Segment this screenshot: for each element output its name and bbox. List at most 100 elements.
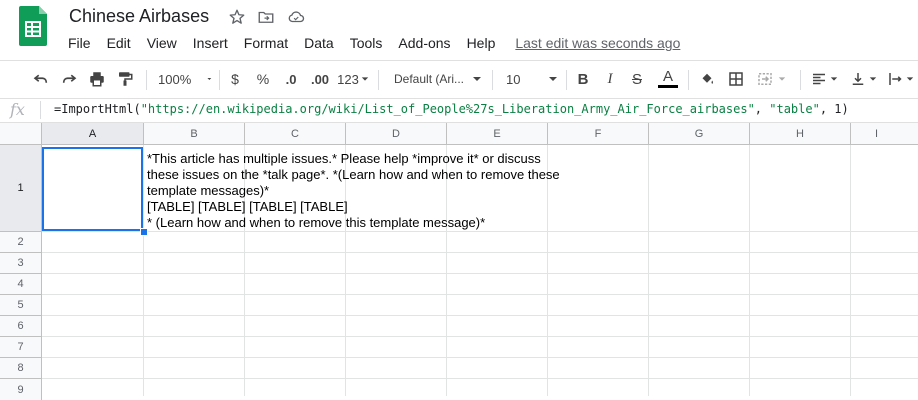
fill-color-button[interactable] xyxy=(696,68,718,90)
increase-decimal-label: .00 xyxy=(310,71,330,87)
formula-url-string: "https://en.wikipedia.org/wiki/List_of_P… xyxy=(140,102,755,116)
column-header-h[interactable]: H xyxy=(750,123,851,145)
zoom-select[interactable]: 100% xyxy=(154,68,212,90)
bold-button[interactable]: B xyxy=(574,68,592,90)
menu-insert[interactable]: Insert xyxy=(185,34,236,54)
more-formats-button[interactable]: 123 xyxy=(336,68,370,90)
vertical-align-button[interactable] xyxy=(848,68,878,90)
column-header-c[interactable]: C xyxy=(245,123,346,145)
redo-button[interactable] xyxy=(58,68,80,90)
star-icon[interactable] xyxy=(228,8,246,26)
font-size-value: 10 xyxy=(506,71,521,87)
menu-help[interactable]: Help xyxy=(459,34,504,54)
cell-b1-line: template messages)* xyxy=(147,183,270,198)
fx-icon: fx xyxy=(10,100,25,119)
gridline xyxy=(42,231,918,232)
menu-view[interactable]: View xyxy=(139,34,185,54)
column-header-i[interactable]: I xyxy=(851,123,918,145)
row-header-4[interactable]: 4 xyxy=(0,274,42,295)
formula-separator: , xyxy=(754,102,770,116)
chevron-down-icon xyxy=(778,77,786,81)
horizontal-align-button[interactable] xyxy=(808,68,840,90)
toolbar-divider xyxy=(219,70,220,90)
formula-input[interactable]: =ImportHtml("https://en.wikipedia.org/wi… xyxy=(54,102,849,116)
cell-b1-line: these issues on the *talk page*. *(Learn… xyxy=(147,167,560,182)
undo-button[interactable] xyxy=(30,68,52,90)
zoom-value: 100% xyxy=(158,71,192,87)
title-bar: Chinese Airbases File Edit View Insert F… xyxy=(0,0,918,60)
chevron-down-icon xyxy=(869,77,877,81)
document-title[interactable]: Chinese Airbases xyxy=(69,6,209,27)
strikethrough-button[interactable]: S xyxy=(628,68,646,90)
cloud-saved-icon[interactable] xyxy=(287,8,305,26)
menu-file[interactable]: File xyxy=(60,34,99,54)
font-size-select[interactable]: 10 xyxy=(500,68,560,90)
cell-b1[interactable]: *This article has multiple issues.* Plea… xyxy=(147,151,587,231)
align-left-icon xyxy=(813,73,825,85)
row-header-9[interactable]: 9 xyxy=(0,379,42,400)
spreadsheet-grid[interactable]: A B C D E F G H I 1 2 3 4 5 6 7 8 9 *Thi… xyxy=(0,123,918,400)
menu-data[interactable]: Data xyxy=(296,34,342,54)
toolbar-divider xyxy=(800,70,801,90)
text-wrapping-icon xyxy=(888,73,902,85)
print-icon xyxy=(90,72,104,87)
merge-cells-icon xyxy=(758,73,772,85)
align-bottom-icon xyxy=(852,73,864,85)
move-to-folder-icon[interactable] xyxy=(257,8,275,26)
chevron-down-icon xyxy=(473,77,482,81)
row-header-7[interactable]: 7 xyxy=(0,337,42,358)
row-header-3[interactable]: 3 xyxy=(0,253,42,274)
merge-cells-button[interactable] xyxy=(753,68,789,90)
gridline xyxy=(42,336,918,337)
borders-button[interactable] xyxy=(725,68,747,90)
column-header-b[interactable]: B xyxy=(144,123,245,145)
select-all-corner[interactable] xyxy=(0,123,42,145)
fill-handle[interactable] xyxy=(140,228,148,236)
sheets-logo-icon[interactable] xyxy=(19,6,47,46)
cell-b1-line: * (Learn how and when to remove this tem… xyxy=(147,215,486,230)
font-family-select[interactable]: Default (Ari... xyxy=(388,68,484,90)
row-header-8[interactable]: 8 xyxy=(0,358,42,379)
paint-format-icon xyxy=(119,72,133,86)
currency-format-button[interactable]: $ xyxy=(226,68,244,90)
menu-format[interactable]: Format xyxy=(236,34,296,54)
percent-format-button[interactable]: % xyxy=(254,68,272,90)
column-header-a[interactable]: A xyxy=(42,123,144,145)
menu-edit[interactable]: Edit xyxy=(99,34,139,54)
menu-tools[interactable]: Tools xyxy=(342,34,391,54)
borders-icon xyxy=(729,72,743,86)
column-header-d[interactable]: D xyxy=(346,123,447,145)
formula-bar-divider xyxy=(40,101,41,119)
row-header-2[interactable]: 2 xyxy=(0,232,42,253)
column-header-g[interactable]: G xyxy=(649,123,750,145)
row-header-5[interactable]: 5 xyxy=(0,295,42,316)
gridline xyxy=(42,252,918,253)
paint-format-button[interactable] xyxy=(114,68,136,90)
text-wrapping-button[interactable] xyxy=(886,68,914,90)
decrease-decimal-label: .0 xyxy=(285,71,297,87)
gridline xyxy=(143,145,144,396)
row-header-1[interactable]: 1 xyxy=(0,145,42,232)
column-header-f[interactable]: F xyxy=(548,123,649,145)
gridline xyxy=(42,315,918,316)
menu-bar: File Edit View Insert Format Data Tools … xyxy=(60,34,680,54)
cell-a1-selection[interactable] xyxy=(42,147,143,231)
text-color-label: A xyxy=(662,68,673,85)
formula-query-string: "table" xyxy=(769,102,820,116)
more-formats-label: 123 xyxy=(337,71,359,87)
italic-button[interactable]: I xyxy=(601,68,619,90)
menu-add-ons[interactable]: Add-ons xyxy=(390,34,458,54)
decrease-decimal-button[interactable]: .0 xyxy=(280,68,302,90)
chevron-down-icon xyxy=(906,77,913,81)
increase-decimal-button[interactable]: .00 xyxy=(308,68,332,90)
toolbar-divider xyxy=(492,70,493,90)
row-header-6[interactable]: 6 xyxy=(0,316,42,337)
column-header-e[interactable]: E xyxy=(447,123,548,145)
chevron-down-icon xyxy=(549,77,558,81)
redo-icon xyxy=(62,74,77,83)
text-color-swatch xyxy=(658,85,678,88)
gridline xyxy=(42,357,918,358)
print-button[interactable] xyxy=(86,68,108,90)
text-color-button[interactable]: A xyxy=(656,68,680,90)
last-edit-link[interactable]: Last edit was seconds ago xyxy=(515,34,680,54)
